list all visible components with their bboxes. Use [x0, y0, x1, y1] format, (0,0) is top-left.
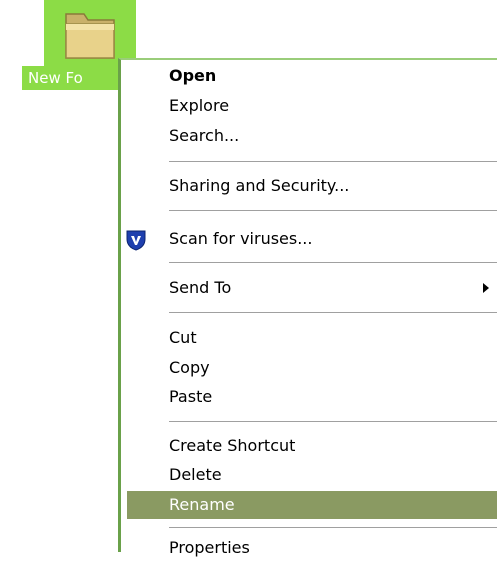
context-menu: Open Explore Search... Sharing and Secur… [118, 58, 497, 557]
folder-label[interactable]: New Fo [22, 66, 118, 90]
menu-item-delete[interactable]: Delete [169, 461, 222, 489]
menu-item-sharing-security[interactable]: Sharing and Security... [169, 172, 349, 200]
menu-item-paste[interactable]: Paste [169, 383, 212, 411]
menu-item-scan-viruses[interactable]: Scan for viruses... [169, 225, 312, 253]
menu-item-rename[interactable]: Rename [169, 491, 235, 519]
menu-item-copy[interactable]: Copy [169, 354, 210, 382]
menu-separator [169, 312, 497, 313]
menu-separator [169, 161, 497, 162]
antivirus-shield-icon [126, 230, 146, 251]
menu-separator [169, 527, 497, 528]
folder-icon [65, 13, 115, 59]
menu-item-search[interactable]: Search... [169, 122, 239, 150]
submenu-arrow-icon [483, 283, 489, 293]
menu-item-cut[interactable]: Cut [169, 324, 197, 352]
menu-separator [169, 210, 497, 211]
menu-separator [169, 262, 497, 263]
menu-item-properties[interactable]: Properties [169, 534, 250, 562]
menu-item-open[interactable]: Open [169, 62, 216, 90]
menu-item-send-to[interactable]: Send To [169, 274, 231, 302]
menu-item-explore[interactable]: Explore [169, 92, 229, 120]
menu-separator [169, 421, 497, 422]
menu-item-create-shortcut[interactable]: Create Shortcut [169, 432, 295, 460]
folder-icon-selection[interactable] [44, 0, 136, 66]
